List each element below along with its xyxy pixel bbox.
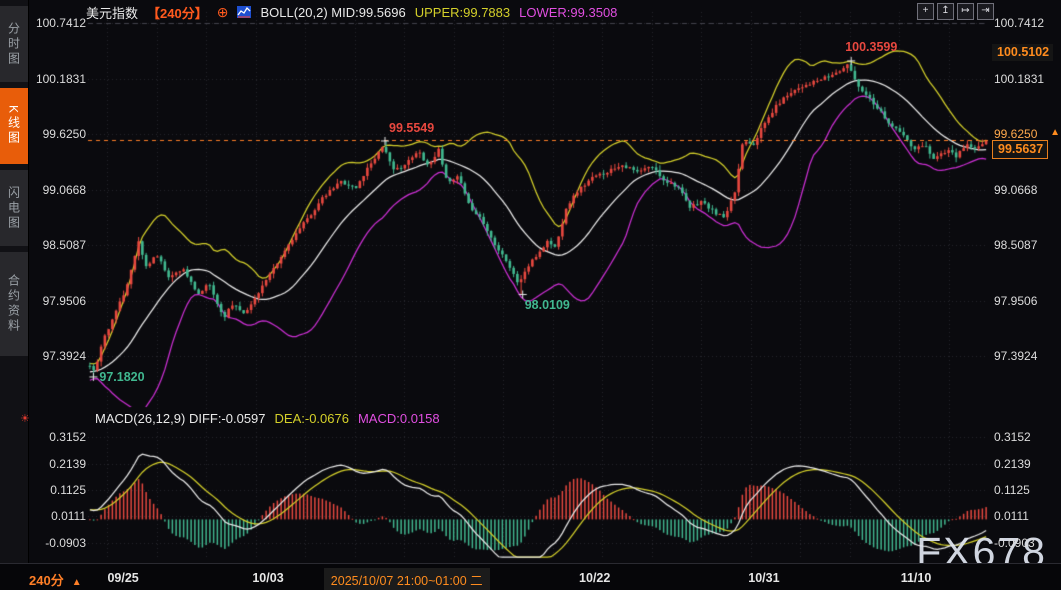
date-tick: 10/22 (579, 571, 610, 585)
date-tick: 10/03 (252, 571, 283, 585)
price-axis-label-right: 97.9506 (994, 294, 1037, 308)
price-axis-label-left: 97.9506 (30, 294, 86, 308)
boll-upper-label: UPPER:99.7883 (415, 5, 510, 20)
macd-axis-label-right: -0.0903 (994, 536, 1035, 550)
date-tick: 11/10 (901, 571, 932, 585)
price-axis-label-right: 100.1831 (994, 72, 1044, 86)
time-axis-strip: 240分▲ 2025/10/07 21:00~01:00 二 09/25 10/0… (0, 563, 1061, 590)
macd-axis-label-left: 0.3152 (30, 430, 86, 444)
band-high-label: 100.5102 (992, 44, 1053, 61)
indicator-chart-icon (237, 6, 251, 18)
last-price-badge: 99.5637 (992, 140, 1048, 159)
price-axis-label-right: 99.0668 (994, 183, 1037, 197)
extreme-annotation: 97.1820 (99, 370, 144, 384)
crosshair-tool-icon[interactable]: + (917, 3, 934, 20)
price-up-arrow-icon: ▲ (1050, 127, 1060, 138)
price-axis-label-left: 100.1831 (30, 72, 86, 86)
chart-type-sidebar: 分时图 K线图闪电图合约资料 (0, 0, 29, 563)
macd-axis-label-left: 0.1125 (30, 483, 86, 497)
sidebar-tab-4[interactable]: 合约资料 (0, 252, 28, 356)
macd-axis-label-right: 0.1125 (994, 483, 1030, 497)
sidebar-tab-2[interactable]: K线图 (0, 88, 28, 164)
price-axis-label-left: 97.3924 (30, 349, 86, 363)
sidebar-tab-3[interactable]: 闪电图 (0, 170, 28, 246)
chart-header: 美元指数 【240分】 ⊕ BOLL(20,2) MID:99.5696 UPP… (86, 4, 617, 20)
trading-app-window: 分时图 K线图闪电图合约资料 美元指数 【240分】 ⊕ BOLL(20,2) M… (0, 0, 1061, 590)
price-axis-label-right: 98.5087 (994, 238, 1037, 252)
symbol-title: 美元指数 (86, 3, 138, 22)
macd-params-label: MACD(26,12,9) DIFF:-0.0597 (95, 411, 266, 426)
date-tick: 09/25 (107, 571, 138, 585)
scroll-to-latest-icon[interactable]: ⇥ (977, 3, 994, 20)
date-tick: 10/31 (748, 571, 779, 585)
period-label: 【240分】 (147, 3, 208, 22)
price-axis-label-left: 100.7412 (30, 16, 86, 30)
macd-axis-label-right: 0.2139 (994, 457, 1031, 471)
zoom-x-axis-icon[interactable]: ↦ (957, 3, 974, 20)
price-axis-label-left: 99.0668 (30, 183, 86, 197)
macd-dea-value: DEA:-0.0676 (275, 411, 349, 426)
macd-settings-icon[interactable]: ☀ (20, 412, 30, 425)
zoom-y-axis-icon[interactable]: ↥ (937, 3, 954, 20)
candlestick-chart-canvas[interactable] (0, 0, 1061, 590)
boll-mid-label: BOLL(20,2) MID:99.5696 (260, 5, 405, 20)
extreme-annotation: 98.0109 (525, 298, 570, 312)
price-axis-label-right: 100.7412 (994, 16, 1044, 30)
price-axis-label-left: 98.5087 (30, 238, 86, 252)
macd-axis-label-left: 0.2139 (30, 457, 86, 471)
dropdown-arrow-icon: ▲ (72, 577, 82, 588)
extreme-annotation: 99.5549 (389, 121, 434, 135)
price-axis-label-right: 99.6250 (994, 127, 1037, 141)
chart-toolbar: +↥↦⇥ (917, 3, 994, 20)
macd-axis-label-left: 0.0111 (30, 509, 86, 523)
crosshair-date-label: 2025/10/07 21:00~01:00 二 (324, 568, 490, 590)
boll-lower-label: LOWER:99.3508 (519, 5, 617, 20)
extreme-annotation: 100.3599 (845, 40, 897, 54)
macd-axis-label-right: 0.3152 (994, 430, 1031, 444)
add-indicator-icon[interactable]: ⊕ (217, 4, 229, 21)
sidebar-tab-1[interactable]: 分时图 (0, 6, 28, 82)
macd-hist-value: MACD:0.0158 (358, 411, 440, 426)
macd-axis-label-right: 0.0111 (994, 509, 1029, 523)
period-selector-button[interactable]: 240分▲ (29, 570, 82, 589)
price-axis-label-left: 99.6250 (30, 127, 86, 141)
macd-axis-label-left: -0.0903 (30, 536, 86, 550)
price-axis-label-right: 97.3924 (994, 349, 1037, 363)
macd-header: MACD(26,12,9) DIFF:-0.0597 DEA:-0.0676 M… (95, 411, 440, 426)
